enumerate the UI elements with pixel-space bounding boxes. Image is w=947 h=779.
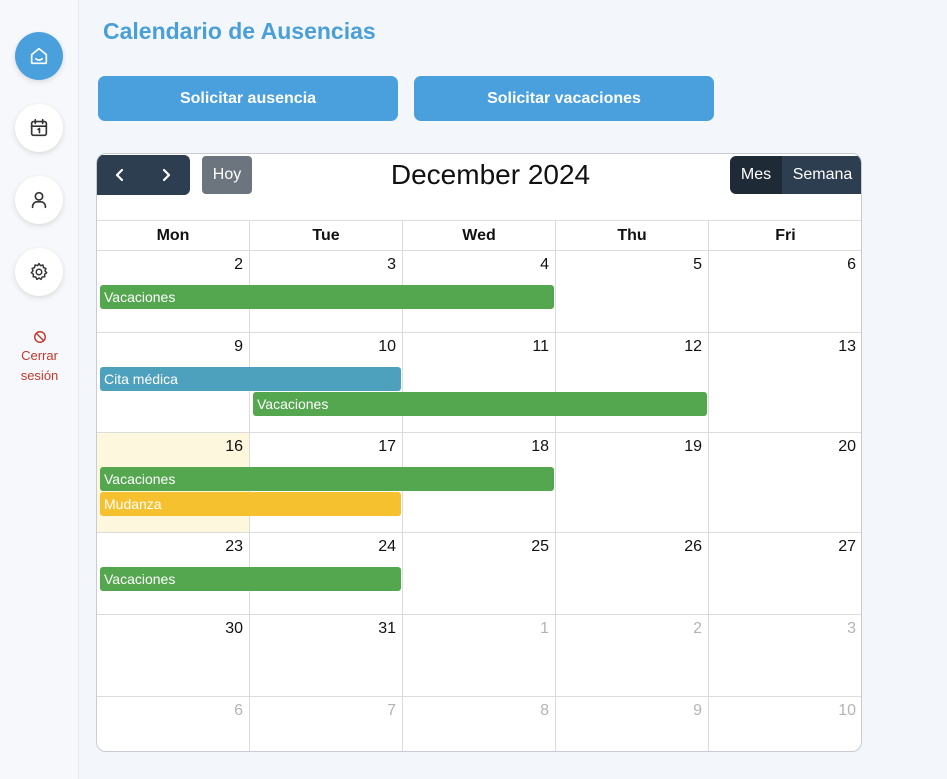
- chevron-left-icon: [115, 168, 124, 182]
- day-cell[interactable]: 11: [403, 333, 556, 433]
- day-number: 6: [847, 256, 856, 273]
- day-cell[interactable]: 20: [709, 433, 861, 533]
- nav-profile-button[interactable]: [15, 176, 63, 224]
- home-icon: [30, 47, 48, 65]
- calendar-event[interactable]: Cita médica: [100, 367, 401, 391]
- day-number: 11: [532, 338, 549, 355]
- day-number: 18: [531, 438, 549, 455]
- day-number: 3: [387, 256, 396, 273]
- calendar-icon: [30, 118, 48, 137]
- calendar-event[interactable]: Vacaciones: [100, 567, 401, 591]
- day-number: 31: [378, 620, 396, 637]
- logout-label-line1: Cerrar: [21, 348, 58, 363]
- day-number: 9: [693, 702, 702, 719]
- day-cell[interactable]: 26: [556, 533, 709, 615]
- day-number: 19: [684, 438, 702, 455]
- day-number: 1: [540, 620, 549, 637]
- next-month-button[interactable]: [143, 155, 189, 195]
- request-absence-button[interactable]: Solicitar ausencia: [98, 76, 398, 121]
- day-number: 16: [225, 438, 243, 455]
- gear-icon: [30, 262, 48, 281]
- day-cell[interactable]: 7: [250, 697, 403, 751]
- nav-settings-button[interactable]: [15, 248, 63, 296]
- day-number: 5: [693, 256, 702, 273]
- day-cell[interactable]: 9: [556, 697, 709, 751]
- day-cell[interactable]: 2: [556, 615, 709, 697]
- day-number: 23: [225, 538, 243, 555]
- today-button[interactable]: Hoy: [202, 156, 252, 194]
- day-number: 25: [531, 538, 549, 555]
- day-number: 8: [540, 702, 549, 719]
- day-number: 9: [234, 338, 243, 355]
- calendar-toolbar: Hoy December 2024 Mes Semana: [97, 154, 861, 220]
- logout-button[interactable]: Cerrar sesión: [0, 330, 79, 386]
- day-number: 12: [684, 338, 702, 355]
- calendar-event[interactable]: Vacaciones: [100, 467, 554, 491]
- view-switcher: Mes Semana: [730, 156, 861, 194]
- day-number: 26: [684, 538, 702, 555]
- week-row: 23 24 25 26 27 Vacaciones: [97, 532, 861, 615]
- page-title: Calendario de Ausencias: [103, 18, 376, 44]
- day-number: 20: [838, 438, 856, 455]
- calendar-event[interactable]: Mudanza: [100, 492, 401, 516]
- nav-calendar-button[interactable]: [15, 104, 63, 152]
- view-month-button[interactable]: Mes: [730, 156, 782, 194]
- week-row: 6 7 8 9 10: [97, 696, 861, 751]
- logout-label-line2: sesión: [20, 368, 59, 383]
- day-cell[interactable]: 30: [97, 615, 250, 697]
- calendar: Hoy December 2024 Mes Semana Mon Tue Wed Th…: [96, 153, 862, 752]
- prev-month-button[interactable]: [97, 155, 143, 195]
- weekday-header-cell: Fri: [775, 227, 796, 244]
- day-cell[interactable]: 6: [709, 251, 861, 333]
- day-number: 2: [234, 256, 243, 273]
- calendar-event[interactable]: Vacaciones: [100, 285, 554, 309]
- day-number: 30: [225, 620, 243, 637]
- day-number: 27: [838, 538, 856, 555]
- day-number: 13: [838, 338, 856, 355]
- weekday-header-cell: Tue: [250, 221, 403, 251]
- day-number: 10: [838, 702, 856, 719]
- view-week-button[interactable]: Semana: [782, 156, 861, 194]
- week-row: 16 17 18 19 20 Vacaciones Mudanza: [97, 432, 861, 533]
- day-cell[interactable]: 6: [97, 697, 250, 751]
- day-cell[interactable]: 13: [709, 333, 861, 433]
- weekday-header-cell: Wed: [403, 221, 556, 251]
- day-number: 24: [378, 538, 396, 555]
- day-number: 2: [693, 620, 702, 637]
- calendar-nav-group: [97, 155, 190, 195]
- user-icon: [31, 191, 47, 209]
- week-row: 30 31 1 2 3: [97, 614, 861, 697]
- day-cell[interactable]: 31: [250, 615, 403, 697]
- day-number: 4: [540, 256, 549, 273]
- chevron-right-icon: [162, 168, 171, 182]
- weekday-header-cell: Mon: [97, 221, 250, 251]
- ban-icon: [33, 331, 46, 343]
- calendar-month-title: December 2024: [390, 159, 591, 190]
- day-cell[interactable]: 5: [556, 251, 709, 333]
- day-cell[interactable]: 27: [709, 533, 861, 615]
- week-row: 2 3 4 5 6 Vacaciones: [97, 250, 861, 333]
- day-number: 7: [387, 702, 396, 719]
- day-cell[interactable]: 3: [709, 615, 861, 697]
- day-number: 10: [378, 338, 396, 355]
- day-cell[interactable]: 8: [403, 697, 556, 751]
- calendar-event[interactable]: Vacaciones: [253, 392, 707, 416]
- day-cell[interactable]: 19: [556, 433, 709, 533]
- day-cell[interactable]: 1: [403, 615, 556, 697]
- day-cell[interactable]: 10: [709, 697, 861, 751]
- day-number: 6: [234, 702, 243, 719]
- day-number: 17: [378, 438, 396, 455]
- sidebar: Cerrar sesión: [0, 0, 79, 779]
- day-cell[interactable]: 25: [403, 533, 556, 615]
- weekday-header: Mon Tue Wed Thu Fri: [97, 220, 861, 251]
- day-cell[interactable]: 12: [556, 333, 709, 433]
- request-vacation-button[interactable]: Solicitar vacaciones: [414, 76, 714, 121]
- day-number: 3: [847, 620, 856, 637]
- nav-home-button[interactable]: [15, 32, 63, 80]
- week-row: 9 10 11 12 13 Cita médica Vacaciones: [97, 332, 861, 433]
- weekday-header-cell: Thu: [556, 221, 709, 251]
